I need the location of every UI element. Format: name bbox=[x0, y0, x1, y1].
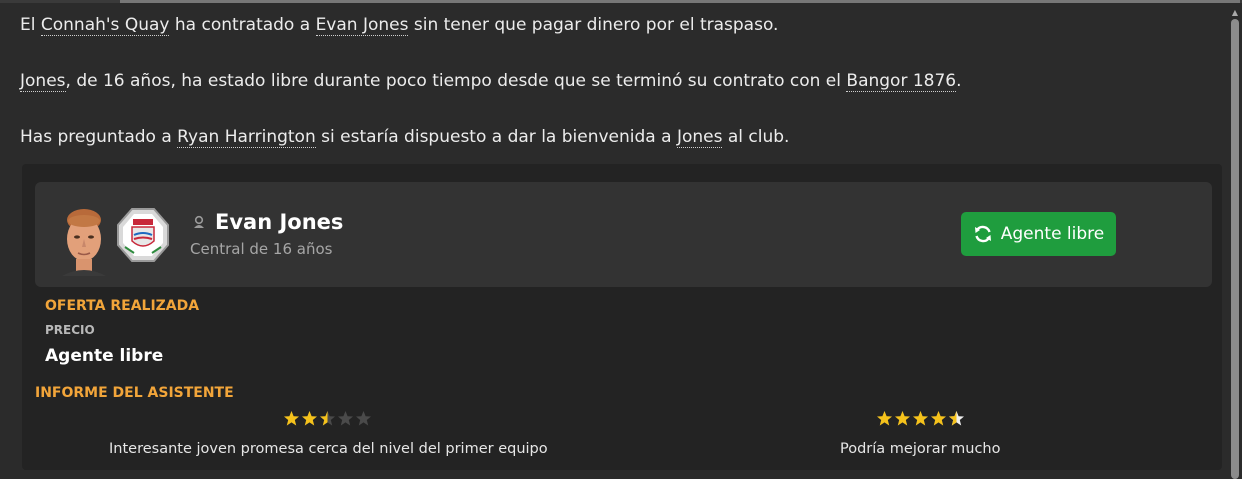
assistant-report-title: INFORME DEL ASISTENTE bbox=[35, 385, 234, 401]
news-text: al club. bbox=[722, 127, 790, 147]
news-text: ha contratado a bbox=[169, 15, 316, 35]
news-text: Has preguntado a bbox=[20, 127, 178, 147]
price-value: Agente libre bbox=[45, 346, 164, 366]
top-divider bbox=[0, 0, 1242, 3]
potential-ability-stars bbox=[876, 410, 965, 427]
star-half-icon bbox=[320, 411, 335, 426]
player-subtitle: Central de 16 años bbox=[190, 240, 333, 258]
star-full-icon bbox=[913, 411, 928, 426]
star-full-icon bbox=[284, 411, 299, 426]
club-link-bangor-1876[interactable]: Bangor 1876 bbox=[846, 71, 957, 92]
star-full-icon bbox=[877, 411, 892, 426]
refresh-icon bbox=[974, 225, 991, 243]
star-empty-icon bbox=[356, 411, 371, 426]
offer-section-title: OFERTA REALIZADA bbox=[45, 298, 200, 314]
player-face-icon[interactable] bbox=[58, 206, 110, 276]
club-link-connahs-quay[interactable]: Connah's Quay bbox=[40, 15, 170, 36]
contract-status-icon bbox=[194, 215, 204, 228]
scroll-up-icon[interactable]: ▲ bbox=[1231, 9, 1239, 17]
star-full-icon bbox=[931, 411, 946, 426]
news-paragraph-2: Jones, de 16 años, ha estado libre duran… bbox=[20, 71, 1220, 92]
current-ability-comment: Interesante joven promesa cerca del nive… bbox=[109, 441, 548, 457]
star-empty-icon bbox=[338, 411, 353, 426]
potential-ability-comment: Podría mejorar mucho bbox=[840, 441, 1001, 457]
current-ability-stars bbox=[283, 410, 372, 427]
vertical-scrollbar[interactable]: ▲ bbox=[1228, 3, 1242, 479]
news-paragraph-3: Has preguntado a Ryan Harrington si esta… bbox=[20, 127, 1220, 148]
star-full-icon bbox=[302, 411, 317, 426]
star-half-icon bbox=[949, 411, 964, 426]
news-paragraph-1: El Connah's Quay ha contratado a Evan Jo… bbox=[20, 15, 1220, 36]
price-label: PRECIO bbox=[45, 323, 95, 337]
scrollbar-thumb[interactable] bbox=[1231, 19, 1239, 479]
player-name[interactable]: Evan Jones bbox=[215, 210, 343, 234]
news-text: sin tener que pagar dinero por el traspa… bbox=[408, 15, 779, 35]
star-full-icon bbox=[895, 411, 910, 426]
news-text: . bbox=[956, 71, 962, 91]
news-text: , de 16 años, ha estado libre durante po… bbox=[65, 71, 847, 91]
player-link-jones[interactable]: Jones bbox=[676, 127, 723, 148]
player-link-evan-jones[interactable]: Evan Jones bbox=[315, 15, 409, 36]
club-crest-icon[interactable] bbox=[116, 207, 170, 263]
free-agent-button[interactable]: Agente libre bbox=[961, 212, 1116, 256]
news-text: si estaría dispuesto a dar la bienvenida… bbox=[315, 127, 677, 147]
news-text: El bbox=[20, 15, 41, 35]
person-link-ryan-harrington[interactable]: Ryan Harrington bbox=[177, 127, 316, 148]
free-agent-button-label: Agente libre bbox=[1000, 224, 1105, 244]
player-link-jones[interactable]: Jones bbox=[20, 71, 66, 92]
